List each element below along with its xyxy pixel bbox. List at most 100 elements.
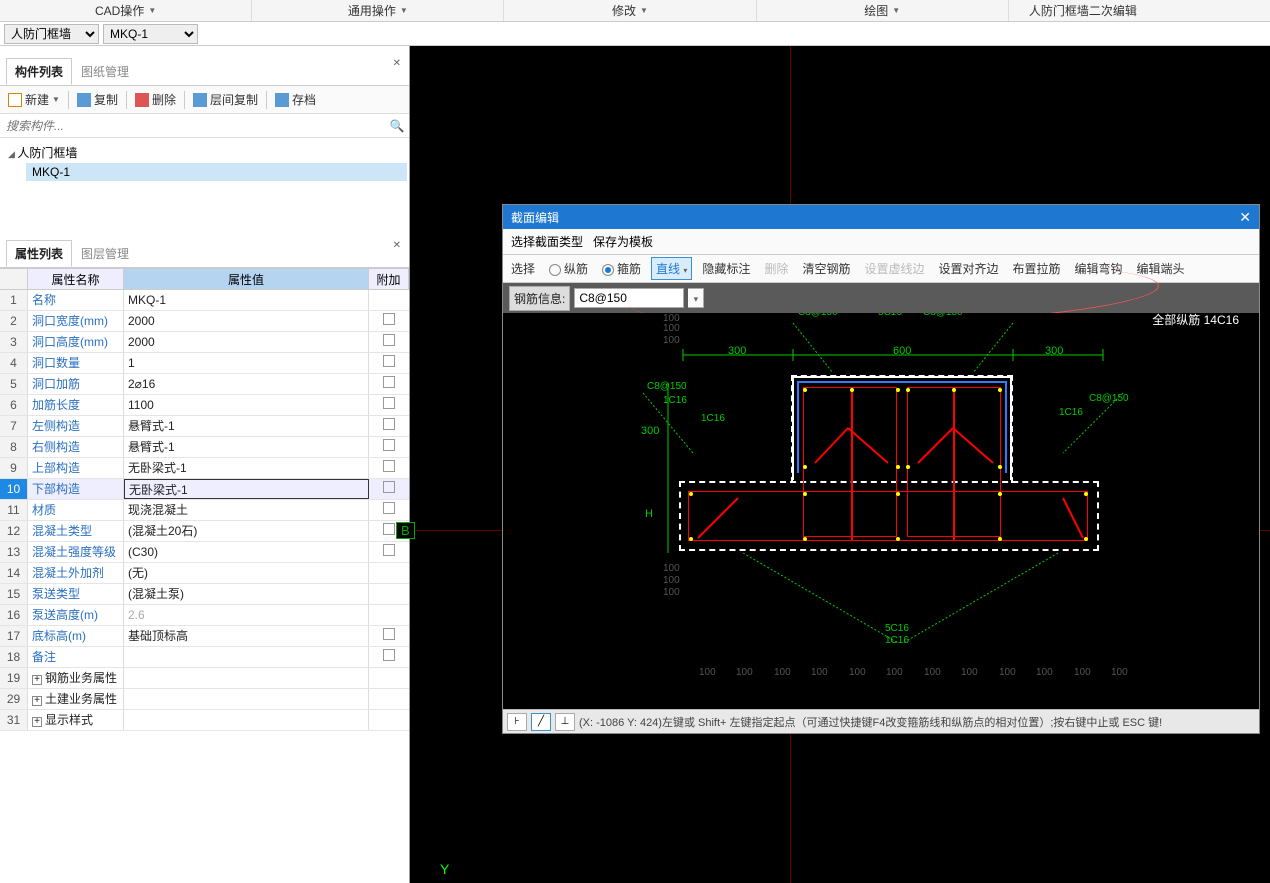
property-row[interactable]: 2洞口宽度(mm)2000 [0, 311, 409, 332]
property-row[interactable]: 11材质现浇混凝土 [0, 500, 409, 521]
caret-down-icon: ▼ [892, 6, 900, 15]
tool-select[interactable]: 选择 [507, 258, 539, 279]
checkbox-icon[interactable] [383, 439, 395, 451]
tab-layer-mgmt[interactable]: 图层管理 [72, 240, 138, 267]
delete-button[interactable]: 删除 [131, 89, 180, 110]
tool-hide-label[interactable]: 隐藏标注 [698, 258, 754, 279]
property-row[interactable]: 31+显示样式 [0, 710, 409, 731]
snap-perp-icon[interactable]: ⊥ [555, 713, 575, 731]
checkbox-icon[interactable] [383, 481, 395, 493]
tab-component-list[interactable]: 构件列表 [6, 58, 72, 85]
menu-draw[interactable]: 绘图▼ [757, 0, 1009, 21]
new-button[interactable]: 新建▼ [4, 89, 64, 110]
editor-toolbar: 选择 纵筋 箍筋 直线 ▾ 隐藏标注 删除 清空钢筋 设置虚线边 设置对齐边 布… [503, 255, 1259, 283]
tool-line[interactable]: 直线 ▾ [651, 257, 692, 280]
checkbox-icon[interactable] [383, 544, 395, 556]
checkbox-icon[interactable] [383, 460, 395, 472]
checkbox-icon[interactable] [383, 397, 395, 409]
editor-titlebar[interactable]: 截面编辑 ✕ [503, 205, 1259, 229]
menu-general[interactable]: 通用操作▼ [252, 0, 504, 21]
archive-button[interactable]: 存档 [271, 89, 320, 110]
property-row[interactable]: 29+土建业务属性 [0, 689, 409, 710]
type-select[interactable]: 人防门框墙 [4, 24, 99, 44]
tool-end[interactable]: 编辑端头 [1133, 258, 1189, 279]
axis-label-y: Y [440, 861, 449, 877]
copy-button[interactable]: 复制 [73, 89, 122, 110]
left-panel: 构件列表 图纸管理 ✕ 新建▼ 复制 删除 层间复制 存档 🔍 人防门框墙 MK… [0, 46, 410, 883]
rebar-info-input[interactable] [574, 288, 684, 308]
property-row[interactable]: 17底标高(m)基础顶标高 [0, 626, 409, 647]
property-row[interactable]: 3洞口高度(mm)2000 [0, 332, 409, 353]
property-row[interactable]: 5洞口加筋2⌀16 [0, 374, 409, 395]
tool-stirrup[interactable]: 箍筋 [598, 258, 645, 279]
floor-copy-icon [193, 93, 207, 107]
dim-label: 300 [728, 345, 746, 357]
item-select[interactable]: MKQ-1 [103, 24, 198, 44]
rebar-label: C8@150 [1089, 393, 1129, 404]
close-icon[interactable]: ✕ [391, 238, 403, 253]
checkbox-icon[interactable] [383, 376, 395, 388]
checkbox-icon[interactable] [383, 334, 395, 346]
checkbox-icon[interactable] [383, 313, 395, 325]
property-table: 属性名称 属性值 附加 1名称MKQ-12洞口宽度(mm)20003洞口高度(m… [0, 268, 409, 883]
checkbox-icon[interactable] [383, 523, 395, 535]
property-row[interactable]: 13混凝土强度等级(C30) [0, 542, 409, 563]
checkbox-icon[interactable] [383, 628, 395, 640]
tool-delete[interactable]: 删除 [760, 258, 792, 279]
tool-bend[interactable]: 编辑弯钩 [1071, 258, 1127, 279]
menu-save-template[interactable]: 保存为模板 [593, 233, 653, 250]
col-value: 属性值 [124, 269, 369, 289]
rebar-label: C8@150 [798, 313, 838, 318]
selector-bar: 人防门框墙 MKQ-1 [0, 22, 1270, 46]
search-input[interactable] [0, 114, 385, 137]
editor-canvas[interactable]: 全部纵筋 14C16 C8@150 5C16 C8@150 300 600 30… [503, 313, 1259, 709]
property-row[interactable]: 9上部构造无卧梁式-1 [0, 458, 409, 479]
property-row[interactable]: 4洞口数量1 [0, 353, 409, 374]
checkbox-icon[interactable] [383, 355, 395, 367]
checkbox-icon[interactable] [383, 649, 395, 661]
property-row[interactable]: 12混凝土类型(混凝土20石) [0, 521, 409, 542]
menu-cad[interactable]: CAD操作▼ [0, 0, 252, 21]
property-row[interactable]: 6加筋长度1100 [0, 395, 409, 416]
main-menubar: CAD操作▼ 通用操作▼ 修改▼ 绘图▼ 人防门框墙二次编辑 [0, 0, 1270, 22]
property-row[interactable]: 14混凝土外加剂(无) [0, 563, 409, 584]
property-row[interactable]: 16泵送高度(m)2.6 [0, 605, 409, 626]
menu-modify[interactable]: 修改▼ [504, 0, 756, 21]
tool-clear[interactable]: 清空钢筋 [798, 258, 854, 279]
snap-intersect-icon[interactable]: ╱ [531, 713, 551, 731]
tree-item-mkq1[interactable]: MKQ-1 [26, 163, 407, 181]
property-row[interactable]: 15泵送类型(混凝土泵) [0, 584, 409, 605]
search-icon[interactable]: 🔍 [385, 114, 409, 137]
tool-long-bar[interactable]: 纵筋 [545, 258, 592, 279]
floor-copy-button[interactable]: 层间复制 [189, 89, 262, 110]
tool-dash[interactable]: 设置虚线边 [860, 258, 928, 279]
tab-drawing-mgmt[interactable]: 图纸管理 [72, 58, 138, 85]
close-icon[interactable]: ✕ [391, 56, 403, 71]
tool-align[interactable]: 设置对齐边 [934, 258, 1002, 279]
menu-secondary-edit[interactable]: 人防门框墙二次编辑 [1009, 0, 1270, 21]
snap-endpoint-icon[interactable]: ⊦ [507, 713, 527, 731]
copy-icon [77, 93, 91, 107]
status-text: (X: -1086 Y: 424)左键或 Shift+ 左键指定起点（可通过快捷… [579, 714, 1162, 730]
radio-icon [549, 264, 561, 276]
rebar-label: 1C16 [1059, 407, 1083, 418]
checkbox-icon[interactable] [383, 502, 395, 514]
archive-icon [275, 93, 289, 107]
tree-root[interactable]: 人防门框墙 [2, 142, 407, 163]
tool-tie[interactable]: 布置拉筋 [1009, 258, 1065, 279]
property-row[interactable]: 8右侧构造悬臂式-1 [0, 437, 409, 458]
property-row[interactable]: 7左侧构造悬臂式-1 [0, 416, 409, 437]
property-row[interactable]: 10下部构造无卧梁式-1 [0, 479, 409, 500]
menu-select-section[interactable]: 选择截面类型 [511, 233, 583, 250]
property-row[interactable]: 1名称MKQ-1 [0, 290, 409, 311]
caret-down-icon: ▼ [400, 6, 408, 15]
tab-property-list[interactable]: 属性列表 [6, 240, 72, 267]
close-icon[interactable]: ✕ [1239, 209, 1251, 226]
editor-statusbar: ⊦ ╱ ⊥ (X: -1086 Y: 424)左键或 Shift+ 左键指定起点… [503, 709, 1259, 733]
dim-label: 600 [893, 345, 911, 357]
dropdown-caret-icon[interactable]: ▾ [688, 288, 704, 308]
property-row[interactable]: 19+钢筋业务属性 [0, 668, 409, 689]
main-canvas[interactable]: B Y 截面编辑 ✕ 选择截面类型 保存为模板 选择 纵筋 箍筋 直线 ▾ 隐藏… [410, 46, 1270, 883]
checkbox-icon[interactable] [383, 418, 395, 430]
property-row[interactable]: 18备注 [0, 647, 409, 668]
